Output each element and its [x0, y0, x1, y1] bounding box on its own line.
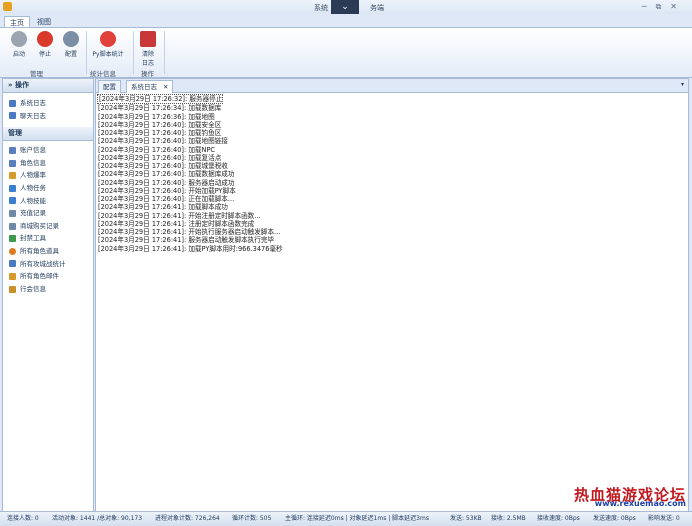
stop-icon — [37, 31, 53, 47]
sidebar-item-account[interactable]: 账户信息 — [3, 144, 93, 157]
group-label-operations: 操作 — [141, 70, 154, 78]
stop-button[interactable]: 停止 — [33, 31, 57, 58]
log-line: [2024年3月29日 17:26:40]: 加载地图链接 — [98, 137, 228, 146]
chat-icon — [9, 112, 16, 120]
ribbon-tabstrip: 主页 视图 — [0, 14, 692, 29]
log-line: [2024年3月29日 17:26:40]: 加载钓鱼区 — [98, 129, 222, 137]
log-line: [2024年3月29日 17:26:34]: 加载数据库 — [98, 104, 222, 113]
log-line: [2024年3月29日 17:26:36]: 加载地图 — [98, 112, 215, 121]
sidebar-item-shop-records[interactable]: 商城购买记录 — [3, 220, 93, 233]
log-view[interactable]: [2024年3月29日 17:26:32]: 服务器停止 [2024年3月29日 … — [97, 94, 685, 508]
sidebar-item-character[interactable]: 角色信息 — [3, 157, 93, 170]
guild-icon — [9, 285, 16, 293]
sidebar-item-recharge[interactable]: 充值记录 — [3, 207, 93, 220]
start-icon — [11, 31, 27, 47]
chevron-down-icon[interactable]: ▾ — [681, 81, 684, 88]
status-loop-count: 循环计数: 505 — [232, 515, 272, 522]
character-icon — [9, 159, 16, 167]
gear-icon — [63, 31, 79, 47]
sidebar-section-management[interactable]: 管理 — [3, 127, 93, 142]
sidebar-item-mail[interactable]: 所有角色邮件 — [3, 270, 93, 283]
items-icon — [9, 247, 16, 255]
log-line: [2024年3月29日 17:26:40]: 开始加载PY脚本 — [98, 186, 236, 195]
status-affected-send: 影响发送: 0 — [648, 515, 680, 522]
account-icon — [9, 146, 16, 154]
group-separator — [164, 31, 165, 74]
mail-icon — [9, 272, 16, 280]
sidebar-item-drop-rate[interactable]: 人物爆率 — [3, 169, 93, 182]
log-line: [2024年3月29日 17:26:40]: 加载安全区 — [98, 120, 222, 129]
start-button[interactable]: 启动 — [7, 31, 31, 58]
document-tabs: 配置 系统日志 ✕ ▾ — [96, 79, 688, 93]
log-line: [2024年3月29日 17:26:40]: 加载城堡税收 — [98, 162, 228, 170]
content-panel: 配置 系统日志 ✕ ▾ [2024年3月29日 17:26:32]: 服务器停止[… — [95, 78, 689, 512]
collapse-toggle-icon[interactable]: ⌄ — [331, 0, 359, 14]
siege-stats-icon — [9, 260, 16, 268]
clear-log-button[interactable]: 清除 日志 — [136, 31, 160, 67]
sidebar-item-guild[interactable]: 行会信息 — [3, 283, 93, 296]
log-line: [2024年3月29日 17:26:40]: 服务器启动成功 — [98, 178, 235, 187]
sidebar: » 操作 系统日志 聊天日志 管理 账户信息 角色信息 人物爆率 人物任务 人物… — [2, 78, 94, 512]
status-recv-speed: 接收速度: 0Bps — [537, 515, 580, 522]
log-line: [2024年3月29日 17:26:40]: 加载数据库成功 — [98, 170, 235, 179]
status-process-objects: 进程对象计数: 726,264 — [155, 515, 220, 522]
status-main-loop: 主循环: 连接延迟0ms | 对象延迟1ms | 脚本延迟3ms — [285, 515, 429, 522]
group-separator — [86, 31, 87, 74]
window-controls[interactable]: ─⧉✕ — [642, 2, 686, 12]
tab-config[interactable]: 配置 — [98, 80, 121, 93]
ribbon: 启动 停止 配置 Py脚本统计 清除 日志 管理 统计信息 操作 — [0, 27, 692, 78]
log-line: [2024年3月29日 17:26:32]: 服务器停止 — [97, 94, 224, 105]
group-label-stats: 统计信息 — [90, 70, 116, 78]
status-active-objects: 活动对象: 1441 /总对象: 90,173 — [52, 515, 143, 522]
log-icon — [9, 99, 16, 107]
log-line: [2024年3月29日 17:26:41]: 开始注册定时脚本函数... — [98, 211, 261, 220]
log-line: [2024年3月29日 17:26:41]: 加载脚本成功 — [98, 203, 228, 212]
title-bar: 系统 务端 ⌄ ─⧉✕ — [0, 0, 692, 14]
sidebar-item-skills[interactable]: 人物技能 — [3, 195, 93, 208]
config-button[interactable]: 配置 — [59, 31, 83, 58]
log-line: [2024年3月29日 17:26:41]: 服务器启动触发脚本执行完毕 — [98, 236, 275, 245]
clear-log-icon — [140, 31, 156, 47]
group-label-manage: 管理 — [30, 70, 43, 78]
watermark: 热血猫游戏论坛 www.rexuemao.com — [574, 484, 686, 508]
log-line: [2024年3月29日 17:26:41]: 加载PY脚本用时:966.3476… — [98, 244, 283, 253]
status-sent: 发送: 53KB — [450, 515, 482, 522]
shop-icon — [9, 222, 16, 230]
sidebar-item-all-items[interactable]: 所有角色道具 — [3, 245, 93, 258]
skill-icon — [9, 197, 16, 205]
group-separator — [133, 31, 134, 74]
log-line: [2024年3月29日 17:26:41]: 开始执行服务器启动触发脚本... — [98, 228, 281, 236]
sidebar-item-siege-stats[interactable]: 所有攻城战统计 — [3, 258, 93, 271]
status-connections: 连接人数: 0 — [7, 515, 39, 522]
sidebar-item-quests[interactable]: 人物任务 — [3, 182, 93, 195]
ban-tool-icon — [9, 235, 16, 243]
log-line: [2024年3月29日 17:26:40]: 加载NPC — [98, 145, 216, 154]
sidebar-section-operations[interactable]: » 操作 — [3, 79, 93, 93]
py-script-stats-button[interactable]: Py脚本统计 — [90, 31, 126, 58]
sidebar-item-ban-tool[interactable]: 封禁工具 — [3, 232, 93, 245]
log-line: [2024年3月29日 17:26:40]: 加载复活点 — [98, 153, 222, 162]
close-icon[interactable]: ✕ — [163, 83, 168, 91]
status-bar: 连接人数: 0 活动对象: 1441 /总对象: 90,173 进程对象计数: … — [0, 511, 692, 526]
status-send-speed: 发送速度: 0Bps — [593, 515, 636, 522]
tab-system-log[interactable]: 系统日志 ✕ — [126, 80, 174, 93]
status-received: 接收: 2.5MB — [491, 515, 526, 522]
drop-rate-icon — [9, 172, 16, 180]
log-line: [2024年3月29日 17:26:41]: 注册定时脚本函数完成 — [98, 219, 255, 228]
sidebar-item-chat-log[interactable]: 聊天日志 — [3, 110, 93, 123]
recharge-icon — [9, 209, 16, 217]
script-stats-icon — [100, 31, 116, 47]
app-icon — [3, 2, 12, 11]
sidebar-item-system-log[interactable]: 系统日志 — [3, 97, 93, 110]
quest-icon — [9, 184, 16, 192]
watermark-url: www.rexuemao.com — [594, 499, 686, 508]
log-line: [2024年3月29日 17:26:40]: 正在加载脚本... — [98, 195, 235, 203]
